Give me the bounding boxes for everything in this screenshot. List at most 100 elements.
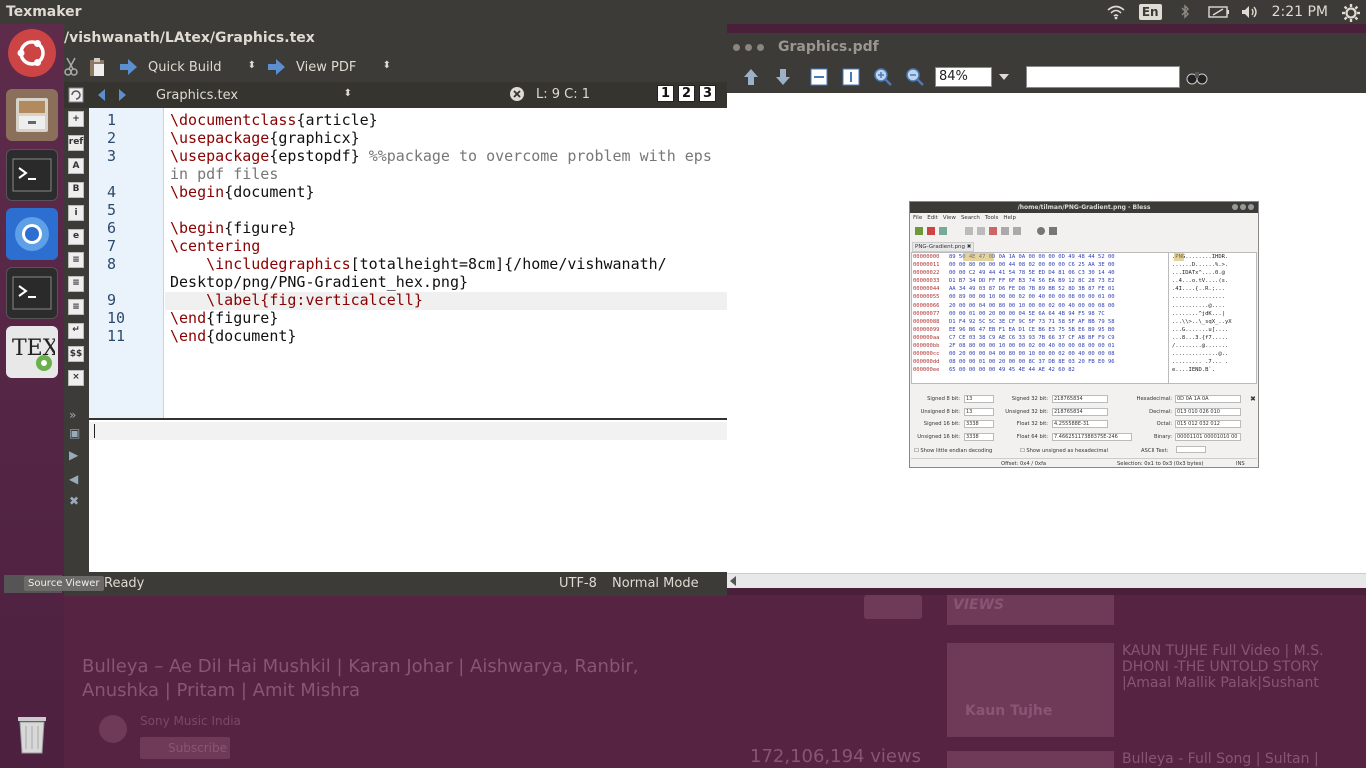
bless-row: ..............@.. [1172,351,1229,358]
wifi-icon[interactable] [1107,4,1125,20]
quick-build-select[interactable]: Quick Build ⬍ [148,60,256,75]
bless-row: ...G.......u[.... [1172,326,1229,333]
next-page-icon[interactable] [773,67,793,87]
sidebar-tool-button[interactable]: ≡ [68,252,84,268]
bless-row: 00000000 [913,254,940,260]
fit-width-icon[interactable] [809,67,829,87]
view-pdf-run-icon[interactable] [266,58,286,76]
minimize-window-button[interactable] [745,43,752,51]
gear-icon[interactable] [1342,4,1360,22]
pdf-search-input[interactable] [1026,66,1180,88]
zoom-out-icon[interactable] [905,67,925,87]
volume-icon[interactable] [1240,4,1258,20]
code-editor[interactable]: \documentclass{article} \usepackage{graph… [165,108,727,418]
close-icon[interactable]: ✖ [69,494,79,508]
arrow-right-icon[interactable]: ▶ [69,448,78,462]
split-view-button-3[interactable]: 3 [699,85,716,102]
file-tab-bar: Graphics.tex ⬍ L: 9 C: 1 123 [64,82,727,108]
pdf-titlebar: Graphics.pdf [727,33,1366,61]
chromium-launcher-button[interactable] [6,208,58,260]
bless-ascii-text-label: ASCII Text: [1141,448,1169,454]
bless-row: e....IEND.B`. [1172,367,1216,374]
texmaker-window: /vishwanath/LAtex/Graphics.tex Quick Bui… [4,24,727,596]
binoculars-icon[interactable] [1186,68,1208,86]
bluetooth-icon[interactable] [1176,4,1194,20]
refresh-icon[interactable] [68,87,84,103]
bless-field-label: Unsigned 16 bit: [917,433,960,440]
bless-field-label: Hexadecimal: [1136,396,1172,402]
sidebar-tool-button[interactable]: × [68,369,84,386]
sidebar-tool-button[interactable]: B [68,181,84,198]
bless-row: 00000055 [913,294,940,301]
sidebar-tool-button[interactable]: ↵ [68,322,84,339]
quick-build-run-icon[interactable] [118,58,138,76]
close-window-button[interactable] [733,43,740,51]
files-launcher-button[interactable] [6,89,58,141]
log-input[interactable] [89,422,727,440]
ubuntu-dash-button[interactable] [8,29,56,77]
sidebar-tool-button[interactable]: i [68,205,84,221]
bless-field-label: Unsigned 8 bit: [920,408,960,415]
bless-field-label: Binary: [1153,433,1172,440]
bless-row: 00000033 [913,278,940,285]
sidebar-tool-button[interactable]: $$ [68,346,84,362]
recommended-thumbnail-2 [947,751,1114,768]
bless-row: ...8...3.{f7..... [1172,334,1229,341]
terminal-launcher-button[interactable] [6,149,58,201]
view-pdf-select[interactable]: View PDF ⬍ [296,60,391,75]
split-view-button-2[interactable]: 2 [678,85,695,102]
texmaker-launcher-button[interactable]: TEX [6,326,58,378]
bless-row: 65 00 00 00 00 49 45 4E 44 AE 42 60 82 [949,367,1075,374]
split-view-button-1[interactable]: 1 [657,85,674,102]
bless-menu-item: Search [960,215,980,221]
close-icon: ✖ [1250,395,1256,403]
sidebar-tool-button[interactable]: ≡ [68,299,84,315]
bless-field-label: Float 32 bit: [1016,421,1048,427]
sidebar-tool-button[interactable]: e [68,228,84,245]
battery-icon[interactable] [1207,4,1229,20]
maximize-window-button[interactable] [757,43,764,51]
pdf-horizontal-scrollbar[interactable] [727,573,1366,588]
pdf-page[interactable]: /home/tilman/PNG-Gradient.png - Bless Fi… [727,93,1366,573]
encoding-indicator[interactable]: UTF-8 [559,576,597,591]
previous-document-icon[interactable] [96,88,106,102]
sidebar-tool-button[interactable]: ≡ [68,275,84,292]
sidebar-tool-button[interactable]: + [68,111,84,127]
code-line: \usepackage{epstopdf} %%package to overc… [170,147,712,165]
keyboard-language-indicator[interactable]: En [1138,4,1162,20]
channel-avatar [99,715,127,743]
terminal-launcher-button-2[interactable] [6,267,58,319]
chevron-down-icon[interactable] [996,67,1012,87]
zoom-in-icon[interactable] [873,67,893,87]
chevron-down-icon[interactable]: » [69,408,76,422]
bless-field-label: Float 64 bit: [1016,433,1048,440]
trash-launcher-button[interactable] [6,706,58,758]
terminal-icon [12,158,52,192]
scroll-left-icon[interactable] [729,576,737,586]
image-icon[interactable]: ▣ [69,426,80,440]
bless-row: 00000022 [913,270,940,277]
structure-sidebar: + ref A Bi e ≡ ≡ ≡ ↵ $$ × » ▣ ▶ ◀ ✖ [64,108,89,572]
status-text: Ready [104,576,145,591]
sidebar-tool-button[interactable]: ref [68,134,84,151]
source-viewer-button[interactable]: Source Viewer [24,576,104,591]
previous-page-icon[interactable] [741,67,761,87]
fit-page-icon[interactable] [841,67,861,87]
arrow-left-icon[interactable]: ◀ [69,472,78,486]
bless-row: ......D......%.>. [1172,262,1229,269]
sidebar-tool-button[interactable]: A [68,158,84,174]
cut-icon[interactable] [64,57,78,77]
zoom-level-field[interactable]: 84% [935,67,992,87]
bless-file-tab: PNG-Gradient.png ✖ [912,242,975,252]
bless-field-label: Octal: [1156,421,1172,427]
paste-icon[interactable] [88,57,106,77]
close-document-icon[interactable] [510,87,524,101]
document-select[interactable]: Graphics.tex ⬍ [156,88,352,103]
bless-row: ...\\>..\_sqX_..yX [1172,318,1232,325]
video-title-line-2: Anushka | Pritam | Amit Mishra [82,680,361,701]
editor-log-separator[interactable] [89,418,727,420]
next-document-icon[interactable] [118,88,128,102]
background-browser-page: VIEWS Bulleya – Ae Dil Hai Mushkil | Kar… [64,595,1366,768]
bless-row: EE 96 B6 47 EB F1 EA D1 CE B6 E3 75 5B E… [949,326,1115,333]
clock[interactable]: 2:21 PM [1272,4,1328,20]
